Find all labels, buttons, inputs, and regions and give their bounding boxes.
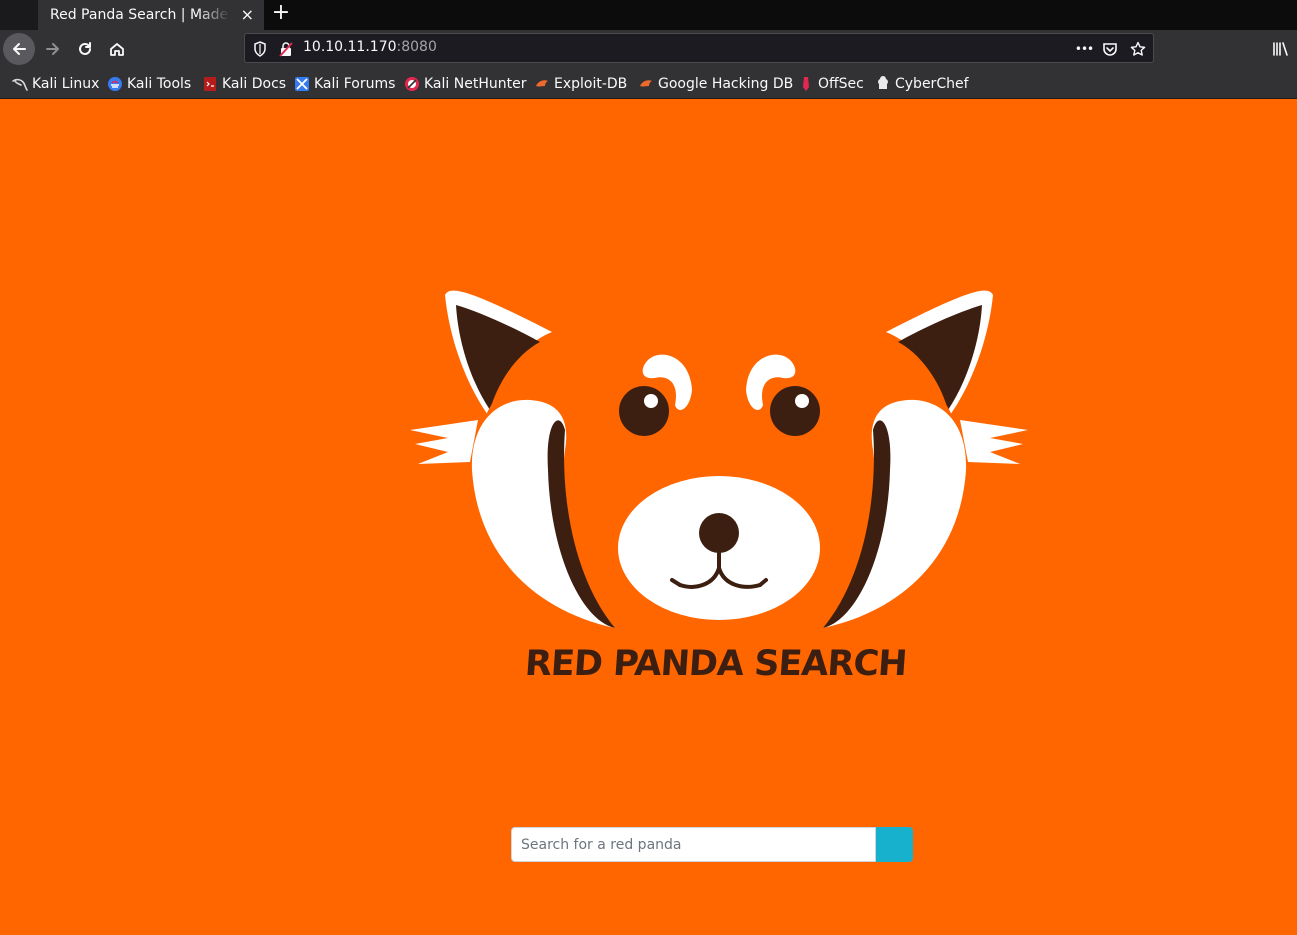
home-button[interactable] <box>101 33 133 65</box>
bookmark-label: Kali Linux <box>32 76 100 92</box>
bookmark-kali-linux[interactable]: Kali Linux <box>12 75 99 93</box>
bookmark-kali-forums[interactable]: Kali Forums <box>294 75 395 93</box>
bookmark-label: Kali Docs <box>222 76 287 92</box>
new-tab-button[interactable]: + <box>270 0 292 28</box>
reload-button[interactable] <box>69 33 101 65</box>
insecure-lock-icon[interactable] <box>277 40 295 58</box>
tab-title: Red Panda Search | Made with Spring Boot <box>50 7 230 23</box>
bookmarks-toolbar: Kali Linux Kali Tools Kali Docs Kali For… <box>0 68 1297 99</box>
back-button[interactable] <box>3 33 35 65</box>
bookmark-exploit-db[interactable]: Exploit-DB <box>534 75 627 93</box>
bookmark-label: Google Hacking DB <box>658 76 794 92</box>
active-tab[interactable]: Red Panda Search | Made with Spring Boot… <box>38 0 264 30</box>
offsec-icon <box>803 77 809 91</box>
previous-tab[interactable] <box>0 0 38 30</box>
bookmark-label: Kali NetHunter <box>424 76 527 92</box>
kali-forums-icon <box>295 77 309 91</box>
shield-icon[interactable] <box>251 40 269 58</box>
exploit-db-icon <box>536 80 548 87</box>
red-panda-logo <box>410 290 1028 628</box>
bookmark-kali-nethunter[interactable]: Kali NetHunter <box>404 75 526 93</box>
brand-title: RED PANDA SEARCH <box>523 644 908 684</box>
bookmark-label: CyberChef <box>895 76 969 92</box>
arrow-left-icon <box>13 43 26 55</box>
bookmark-star-icon[interactable] <box>1129 40 1147 58</box>
pocket-icon[interactable] <box>1101 40 1119 58</box>
nethunter-icon <box>405 77 419 91</box>
library-button[interactable] <box>1264 33 1296 65</box>
reload-icon <box>79 42 91 55</box>
bookmark-google-hacking-db[interactable]: Google Hacking DB <box>638 75 793 93</box>
home-icon <box>110 43 124 56</box>
bookmark-label: Kali Tools <box>127 76 192 92</box>
tab-bar: Red Panda Search | Made with Spring Boot… <box>0 0 1297 30</box>
bookmark-label: OffSec <box>818 76 864 92</box>
search-input[interactable] <box>511 827 876 862</box>
url-host: 10.10.11.170 <box>303 39 397 55</box>
url-port: :8080 <box>396 39 437 55</box>
kali-tools-icon <box>108 77 122 91</box>
search-button[interactable] <box>876 827 913 862</box>
url-text[interactable]: 10.10.11.170:8080 <box>303 39 437 55</box>
kali-docs-icon <box>204 77 216 91</box>
bookmark-kali-docs[interactable]: Kali Docs <box>202 75 286 93</box>
bookmark-offsec[interactable]: OffSec <box>798 75 864 93</box>
cyberchef-icon <box>878 76 888 89</box>
bookmark-label: Exploit-DB <box>554 76 628 92</box>
page-content: RED PANDA SEARCH <box>0 99 1297 935</box>
forward-button[interactable] <box>37 33 69 65</box>
tab-close-icon[interactable]: × <box>241 4 254 26</box>
navigation-bar: 10.10.11.170:8080 ••• <box>0 30 1297 68</box>
arrow-right-icon <box>46 43 59 55</box>
library-icon <box>1273 42 1288 56</box>
page-actions-icon[interactable]: ••• <box>1073 40 1095 58</box>
bookmark-label: Kali Forums <box>314 76 396 92</box>
ghdb-icon <box>640 80 652 87</box>
bookmark-kali-tools[interactable]: Kali Tools <box>107 75 191 93</box>
kali-dragon-icon <box>12 78 28 91</box>
search-form <box>511 827 913 863</box>
address-bar[interactable]: 10.10.11.170:8080 ••• <box>244 33 1154 63</box>
bookmark-cyberchef[interactable]: CyberChef <box>875 75 969 93</box>
